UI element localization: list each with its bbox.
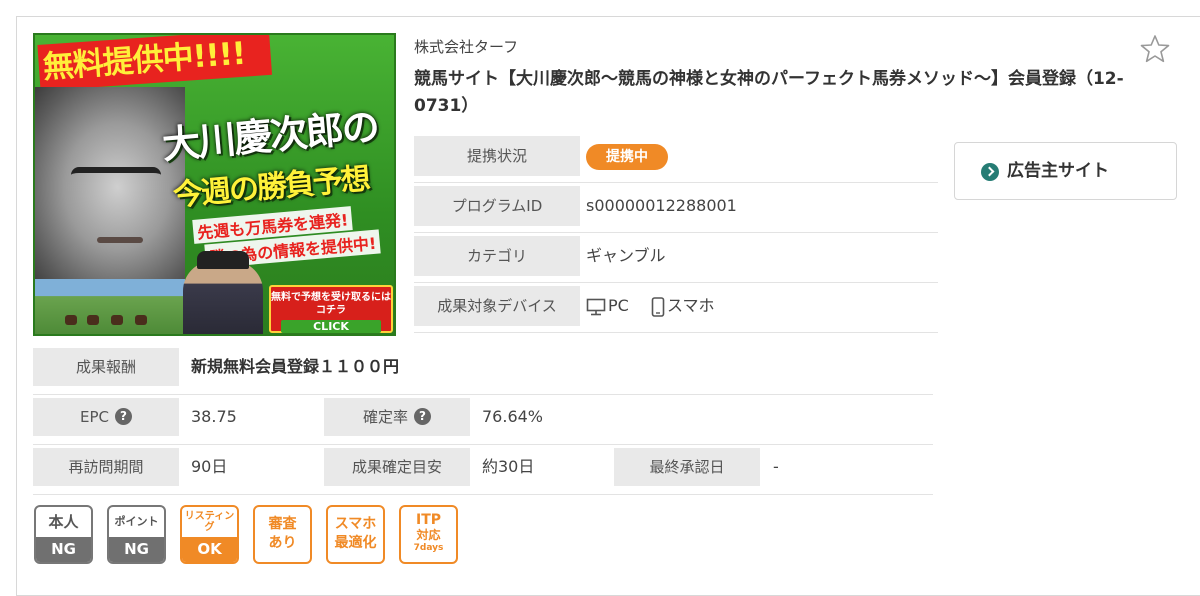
tag-itp: ITP 対応 7days xyxy=(399,505,458,564)
confirm-rate-value: 76.64% xyxy=(482,407,544,426)
reward-label: 成果報酬 xyxy=(33,348,179,386)
smartphone-icon xyxy=(651,296,665,317)
status-label: 提携状況 xyxy=(414,136,580,176)
program-banner-image[interactable]: 無料提供中!!!! 大川慶次郎の 今週の勝負予想 先週も万馬券を連発! 勝つ為の… xyxy=(33,33,396,336)
reward-row: 成果報酬 新規無料会員登録１１００円 xyxy=(33,345,933,395)
banner-racetrack-image xyxy=(35,279,185,334)
pc-icon xyxy=(586,298,606,315)
status-badge: 提携中 xyxy=(586,143,668,170)
revisit-value: 90日 xyxy=(191,457,228,476)
last-approval-value: - xyxy=(773,457,779,476)
help-icon[interactable]: ? xyxy=(414,407,431,425)
info-row-program-id: プログラムID s00000012288001 xyxy=(414,183,938,233)
help-icon[interactable]: ? xyxy=(115,407,132,425)
device-pc-label: PC xyxy=(608,296,629,315)
epc-row: EPC? 38.75 確定率? 76.64% xyxy=(33,395,933,445)
info-row-devices: 成果対象デバイス PC スマホ xyxy=(414,283,938,333)
program-id-value: s00000012288001 xyxy=(586,196,737,215)
banner-cta[interactable]: 無料で予想を受け取るには コチラ CLICK xyxy=(269,285,393,333)
confirm-period-value: 約30日 xyxy=(482,457,535,476)
info-row-category: カテゴリ ギャンブル xyxy=(414,233,938,283)
period-row: 再訪問期間 90日 成果確定目安 約30日 最終承認日 - xyxy=(33,445,933,495)
program-title: 競馬サイト【大川慶次郎～競馬の神様と女神のパーフェクト馬券メソッド～】会員登録（… xyxy=(414,69,1124,116)
advertiser-site-button[interactable]: 広告主サイト xyxy=(954,142,1177,200)
category-value: ギャンブル xyxy=(586,246,666,265)
banner-free-tag: 無料提供中!!!! xyxy=(37,35,273,91)
info-row-status: 提携状況 提携中 xyxy=(414,133,938,183)
reward-value: 新規無料会員登録１１００円 xyxy=(191,357,400,376)
chevron-right-circle-icon xyxy=(981,163,999,181)
epc-label: EPC xyxy=(80,408,109,426)
advertiser-site-label: 広告主サイト xyxy=(1007,161,1109,181)
tag-listing-ok: リスティング OK xyxy=(180,505,239,564)
device-sp-label: スマホ xyxy=(667,296,715,315)
company-name: 株式会社ターフ xyxy=(414,38,519,56)
star-outline-icon[interactable] xyxy=(1140,34,1170,64)
revisit-label: 再訪問期間 xyxy=(33,448,179,486)
device-label: 成果対象デバイス xyxy=(414,286,580,326)
banner-man-image xyxy=(183,251,263,334)
tag-point-ng: ポイント NG xyxy=(107,505,166,564)
tag-self-ng: 本人 NG xyxy=(34,505,93,564)
confirm-rate-label: 確定率 xyxy=(362,408,408,426)
confirm-period-label: 成果確定目安 xyxy=(324,448,470,486)
program-id-label: プログラムID xyxy=(414,186,580,226)
epc-value: 38.75 xyxy=(191,407,237,426)
banner-cta-text: 無料で予想を受け取るには コチラ xyxy=(271,292,391,316)
tag-review-required: 審査 あり xyxy=(253,505,312,564)
last-approval-label: 最終承認日 xyxy=(614,448,760,486)
banner-click-label: CLICK xyxy=(281,320,381,333)
category-label: カテゴリ xyxy=(414,236,580,276)
tag-smartphone-optimized: スマホ 最適化 xyxy=(326,505,385,564)
